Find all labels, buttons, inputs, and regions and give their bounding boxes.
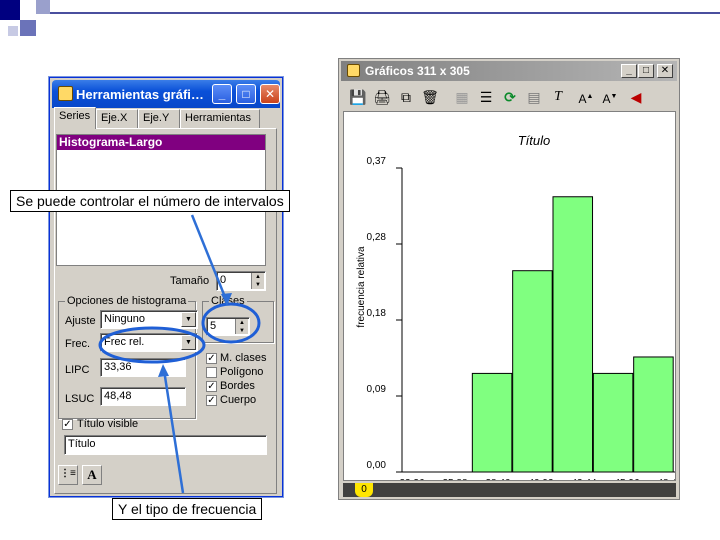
intervals-callout: Se puede controlar el número de interval… bbox=[10, 190, 290, 212]
frequency-arrow bbox=[162, 369, 185, 494]
annotation-overlay bbox=[98, 214, 261, 494]
tab-series[interactable]: Series bbox=[54, 107, 96, 129]
intervals-arrow bbox=[190, 214, 229, 303]
clases-highlight-circle bbox=[201, 302, 261, 344]
frequency-highlight-circle bbox=[98, 326, 206, 364]
frequency-callout: Y el tipo de frecuencia bbox=[112, 498, 263, 520]
frequency-arrowhead bbox=[158, 364, 169, 377]
